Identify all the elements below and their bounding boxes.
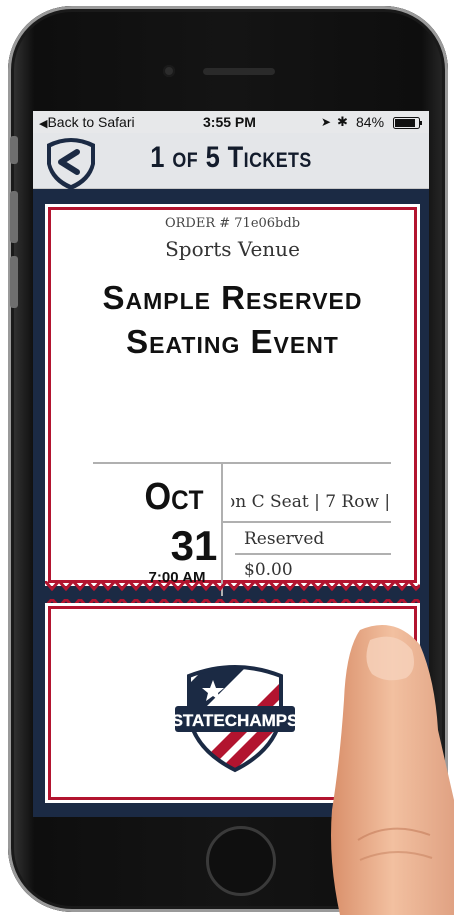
battery-icon	[393, 116, 423, 132]
statechamps-shield-logo: STATECHAMPS	[175, 665, 295, 773]
ticket-card[interactable]: ORDER # 71e06bdb Sports Venue Sample Res…	[45, 204, 420, 596]
event-month: Oct	[144, 476, 204, 518]
mute-switch	[10, 136, 18, 164]
status-time: 3:55 PM	[203, 114, 256, 130]
venue-name: Sports Venue	[165, 237, 300, 261]
finger-overlay	[331, 625, 454, 915]
seating-type: Reserved	[244, 529, 325, 549]
event-title-line2: Seating Event	[126, 323, 339, 360]
event-day: 31	[170, 522, 218, 569]
nav-bar: 1 of 5 Tickets	[33, 133, 429, 190]
status-bar: ◀Back to Safari 3:55 PM ➤ ✱ 84%	[33, 111, 429, 133]
volume-up-button	[10, 191, 18, 243]
battery-percent: 84%	[356, 114, 385, 130]
logo-wordmark: STATECHAMPS	[175, 711, 295, 730]
home-button[interactable]	[206, 826, 276, 896]
row-divider	[223, 521, 391, 523]
ticket-border	[48, 207, 417, 583]
back-to-safari-link[interactable]: ◀Back to Safari	[39, 114, 135, 130]
ticket-price: $0.00	[244, 560, 293, 580]
page-title: 1 of 5 Tickets	[150, 141, 312, 174]
earpiece-speaker	[203, 68, 275, 75]
bluetooth-icon: ✱	[337, 114, 348, 129]
event-title-line1: Sample Reserved	[102, 279, 363, 316]
location-icon: ➤	[321, 115, 332, 129]
seat-info: on C Seat | 7 Row | I	[231, 492, 391, 512]
volume-down-button	[10, 256, 18, 308]
order-number: ORDER # 71e06bdb	[164, 216, 301, 231]
ticket-divider	[93, 462, 391, 464]
row-divider	[235, 553, 391, 555]
event-title: Sample Reserved Seating Event	[65, 276, 400, 364]
front-camera	[163, 65, 175, 77]
perforation-top-edge	[45, 581, 420, 591]
